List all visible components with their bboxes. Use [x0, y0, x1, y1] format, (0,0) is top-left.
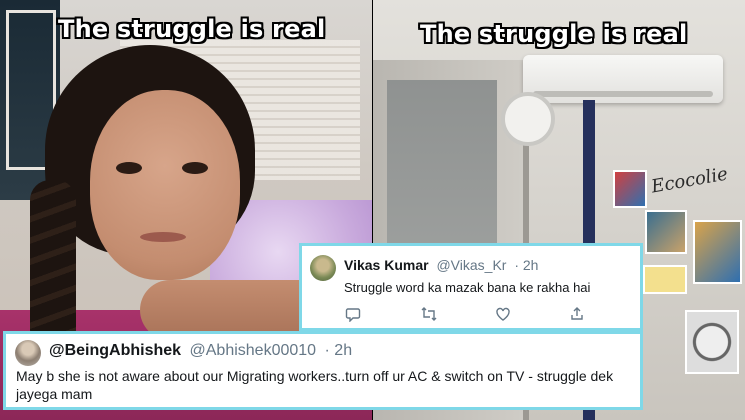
- tweet-actions: [344, 306, 584, 324]
- right-eye: [182, 162, 208, 174]
- tweet-time: · 2h: [514, 257, 539, 273]
- avatar[interactable]: [310, 255, 336, 281]
- face: [90, 90, 240, 280]
- caption-right: The struggle is real: [420, 20, 688, 48]
- author-handle[interactable]: @Abhishek00010: [190, 342, 317, 359]
- author-handle[interactable]: @Vikas_Kr: [436, 257, 506, 273]
- wall-photo: [685, 310, 739, 374]
- tweet-time: · 2h: [324, 342, 353, 359]
- braid: [30, 180, 76, 350]
- avatar[interactable]: [15, 340, 41, 366]
- author-name[interactable]: Vikas Kumar: [344, 257, 429, 273]
- wall-photo: [693, 220, 742, 284]
- wall-photo: [645, 210, 687, 254]
- tweet-header: Vikas Kumar @Vikas_Kr · 2h: [344, 257, 538, 273]
- wall-clock: [501, 92, 555, 146]
- like-icon[interactable]: [494, 306, 512, 324]
- author-name[interactable]: @BeingAbhishek: [49, 342, 181, 359]
- tweet-text: May b she is not aware about our Migrati…: [16, 368, 614, 402]
- air-conditioner: [523, 55, 723, 103]
- tweet-header: @BeingAbhishek @Abhishek00010 · 2h: [49, 342, 352, 360]
- tweet-card: Vikas Kumar @Vikas_Kr · 2h Struggle word…: [299, 243, 643, 331]
- caption-left: The struggle is real: [58, 15, 326, 43]
- share-icon[interactable]: [568, 306, 586, 324]
- wall-photo: [643, 265, 687, 294]
- ac-vent: [533, 91, 713, 97]
- reply-icon[interactable]: [344, 306, 362, 324]
- wall-sign: Ecocolie: [649, 163, 730, 198]
- mouth: [140, 232, 186, 242]
- tweet-text: Struggle word ka mazak bana ke rakha hai: [344, 280, 591, 295]
- tweet-card: @BeingAbhishek @Abhishek00010 · 2h May b…: [3, 331, 643, 410]
- retweet-icon[interactable]: [420, 306, 438, 324]
- wall-photo: [613, 170, 647, 208]
- left-eye: [116, 162, 142, 174]
